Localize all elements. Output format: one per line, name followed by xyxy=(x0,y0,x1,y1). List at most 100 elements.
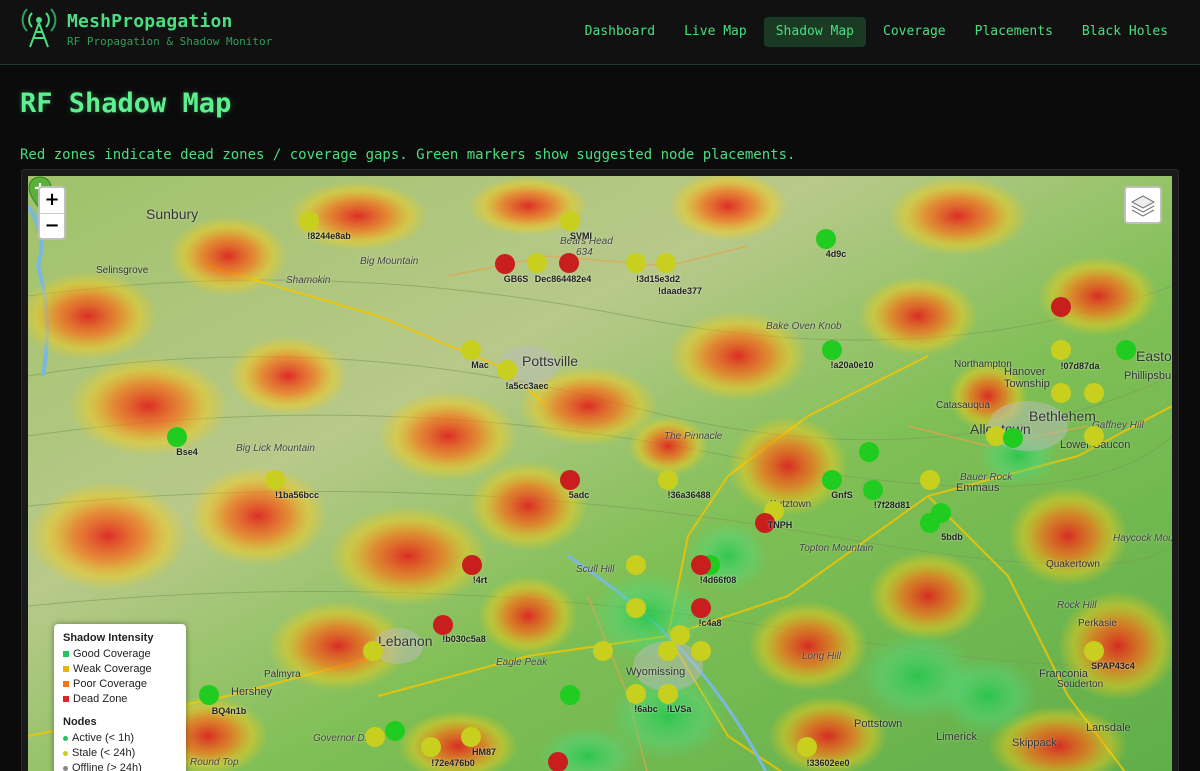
legend-item: Dead Zone xyxy=(63,692,177,707)
node-marker-active[interactable] xyxy=(560,685,580,705)
node-marker-stale[interactable] xyxy=(626,555,646,575)
node-marker-dead[interactable] xyxy=(691,598,711,618)
page-description: Red zones indicate dead zones / coverage… xyxy=(20,147,796,163)
app-subtitle: RF Propagation & Shadow Monitor xyxy=(67,35,273,48)
node-label: !LVSa xyxy=(666,704,692,714)
nav-shadow-map[interactable]: Shadow Map xyxy=(763,17,866,47)
node-marker-stale[interactable] xyxy=(1084,383,1104,403)
nav-dashboard[interactable]: Dashboard xyxy=(573,17,667,47)
node-label: !4rt xyxy=(472,575,488,585)
legend-shadow-title: Shadow Intensity xyxy=(63,632,154,644)
legend-label: Active (< 1h) xyxy=(72,732,135,744)
map-legend: Shadow Intensity Good Coverage Weak Cove… xyxy=(54,624,186,771)
legend-dot xyxy=(63,735,68,741)
node-marker-active[interactable] xyxy=(1003,428,1023,448)
zoom-out-button[interactable]: − xyxy=(40,213,64,238)
legend-swatch xyxy=(63,696,69,703)
place-label: Scull Hill xyxy=(576,564,615,575)
node-marker-dead[interactable] xyxy=(548,752,568,771)
node-marker-stale[interactable] xyxy=(1084,426,1104,446)
place-label: Pottsville xyxy=(522,353,579,369)
zoom-control: + − xyxy=(38,186,66,240)
node-label: !c4a8 xyxy=(698,618,722,628)
node-marker-dead[interactable] xyxy=(691,555,711,575)
place-label: Emmaus xyxy=(956,482,1000,494)
node-marker-stale[interactable] xyxy=(365,727,385,747)
nav-placements[interactable]: Placements xyxy=(963,17,1065,47)
node-marker-stale[interactable] xyxy=(497,360,517,380)
node-marker-dead[interactable] xyxy=(433,615,453,635)
node-marker-stale[interactable] xyxy=(920,470,940,490)
node-label: SPAP43c4 xyxy=(1091,661,1135,671)
node-marker-stale[interactable] xyxy=(299,211,319,231)
node-label: 4d9c xyxy=(825,249,847,259)
node-marker-stale[interactable] xyxy=(626,684,646,704)
node-marker-active[interactable] xyxy=(863,480,883,500)
node-label: !a5cc3aec xyxy=(505,381,549,391)
zoom-in-button[interactable]: + xyxy=(40,188,64,213)
node-marker-stale[interactable] xyxy=(797,737,817,757)
node-marker-active[interactable] xyxy=(816,229,836,249)
node-marker-stale[interactable] xyxy=(560,211,580,231)
node-marker-stale[interactable] xyxy=(670,625,690,645)
node-marker-stale[interactable] xyxy=(658,470,678,490)
shadow-map[interactable]: Sunbury Selinsgrove Shamokin Big Mountai… xyxy=(28,176,1172,771)
node-marker-stale[interactable] xyxy=(691,641,711,661)
legend-item: Active (< 1h) xyxy=(63,731,177,746)
node-marker-active[interactable] xyxy=(199,685,219,705)
app-title: MeshPropagation xyxy=(67,11,233,32)
node-marker-active[interactable] xyxy=(920,513,940,533)
place-label: Hershey xyxy=(231,686,272,698)
node-marker-stale[interactable] xyxy=(1051,383,1071,403)
node-marker-active[interactable] xyxy=(1116,340,1136,360)
nav-live-map[interactable]: Live Map xyxy=(672,17,759,47)
node-marker-active[interactable] xyxy=(167,427,187,447)
node-marker-stale[interactable] xyxy=(265,470,285,490)
node-label: Bse4 xyxy=(176,447,198,457)
node-marker-active[interactable] xyxy=(822,340,842,360)
node-marker-stale[interactable] xyxy=(658,684,678,704)
node-marker-stale[interactable] xyxy=(593,641,613,661)
node-marker-stale[interactable] xyxy=(527,253,547,273)
layers-button[interactable] xyxy=(1124,186,1162,224)
node-marker-stale[interactable] xyxy=(626,598,646,618)
place-label: The Pinnacle xyxy=(664,431,723,442)
legend-label: Weak Coverage xyxy=(73,663,152,675)
node-marker-dead[interactable] xyxy=(560,470,580,490)
node-marker-stale[interactable] xyxy=(1084,641,1104,661)
node-marker-stale[interactable] xyxy=(421,737,441,757)
node-label: 5adc xyxy=(568,490,590,500)
node-marker-stale[interactable] xyxy=(461,727,481,747)
node-label: !4d66f08 xyxy=(699,575,737,585)
node-label: !7f28d81 xyxy=(873,500,911,510)
legend-item: Good Coverage xyxy=(63,647,177,662)
nav-black-holes[interactable]: Black Holes xyxy=(1070,17,1180,47)
node-label: 5bdb xyxy=(941,532,963,542)
node-marker-stale[interactable] xyxy=(626,253,646,273)
node-label: !3d15e3d2 xyxy=(635,274,681,284)
node-marker-active[interactable] xyxy=(385,721,405,741)
node-marker-active[interactable] xyxy=(822,470,842,490)
layers-icon xyxy=(1130,195,1156,217)
node-label: !a20a0e10 xyxy=(830,360,874,370)
node-marker-stale[interactable] xyxy=(461,340,481,360)
node-marker-stale[interactable] xyxy=(656,253,676,273)
page-title: RF Shadow Map xyxy=(20,88,232,119)
node-marker-stale[interactable] xyxy=(363,641,383,661)
node-marker-active[interactable] xyxy=(859,442,879,462)
legend-label: Poor Coverage xyxy=(73,678,147,690)
node-marker-dead[interactable] xyxy=(1051,297,1071,317)
place-label: Rock Hill xyxy=(1057,600,1097,611)
node-marker-dead[interactable] xyxy=(559,253,579,273)
legend-item: Poor Coverage xyxy=(63,677,177,692)
node-marker-dead[interactable] xyxy=(462,555,482,575)
node-marker-stale[interactable] xyxy=(1051,340,1071,360)
legend-dot xyxy=(63,765,68,771)
node-marker-dead[interactable] xyxy=(495,254,515,274)
nav-coverage[interactable]: Coverage xyxy=(871,17,958,47)
legend-swatch xyxy=(63,651,69,658)
legend-label: Stale (< 24h) xyxy=(72,747,136,759)
place-label: 634 xyxy=(576,247,593,258)
place-label: Eagle Peak xyxy=(496,657,548,668)
node-label: HM87 xyxy=(471,747,497,757)
